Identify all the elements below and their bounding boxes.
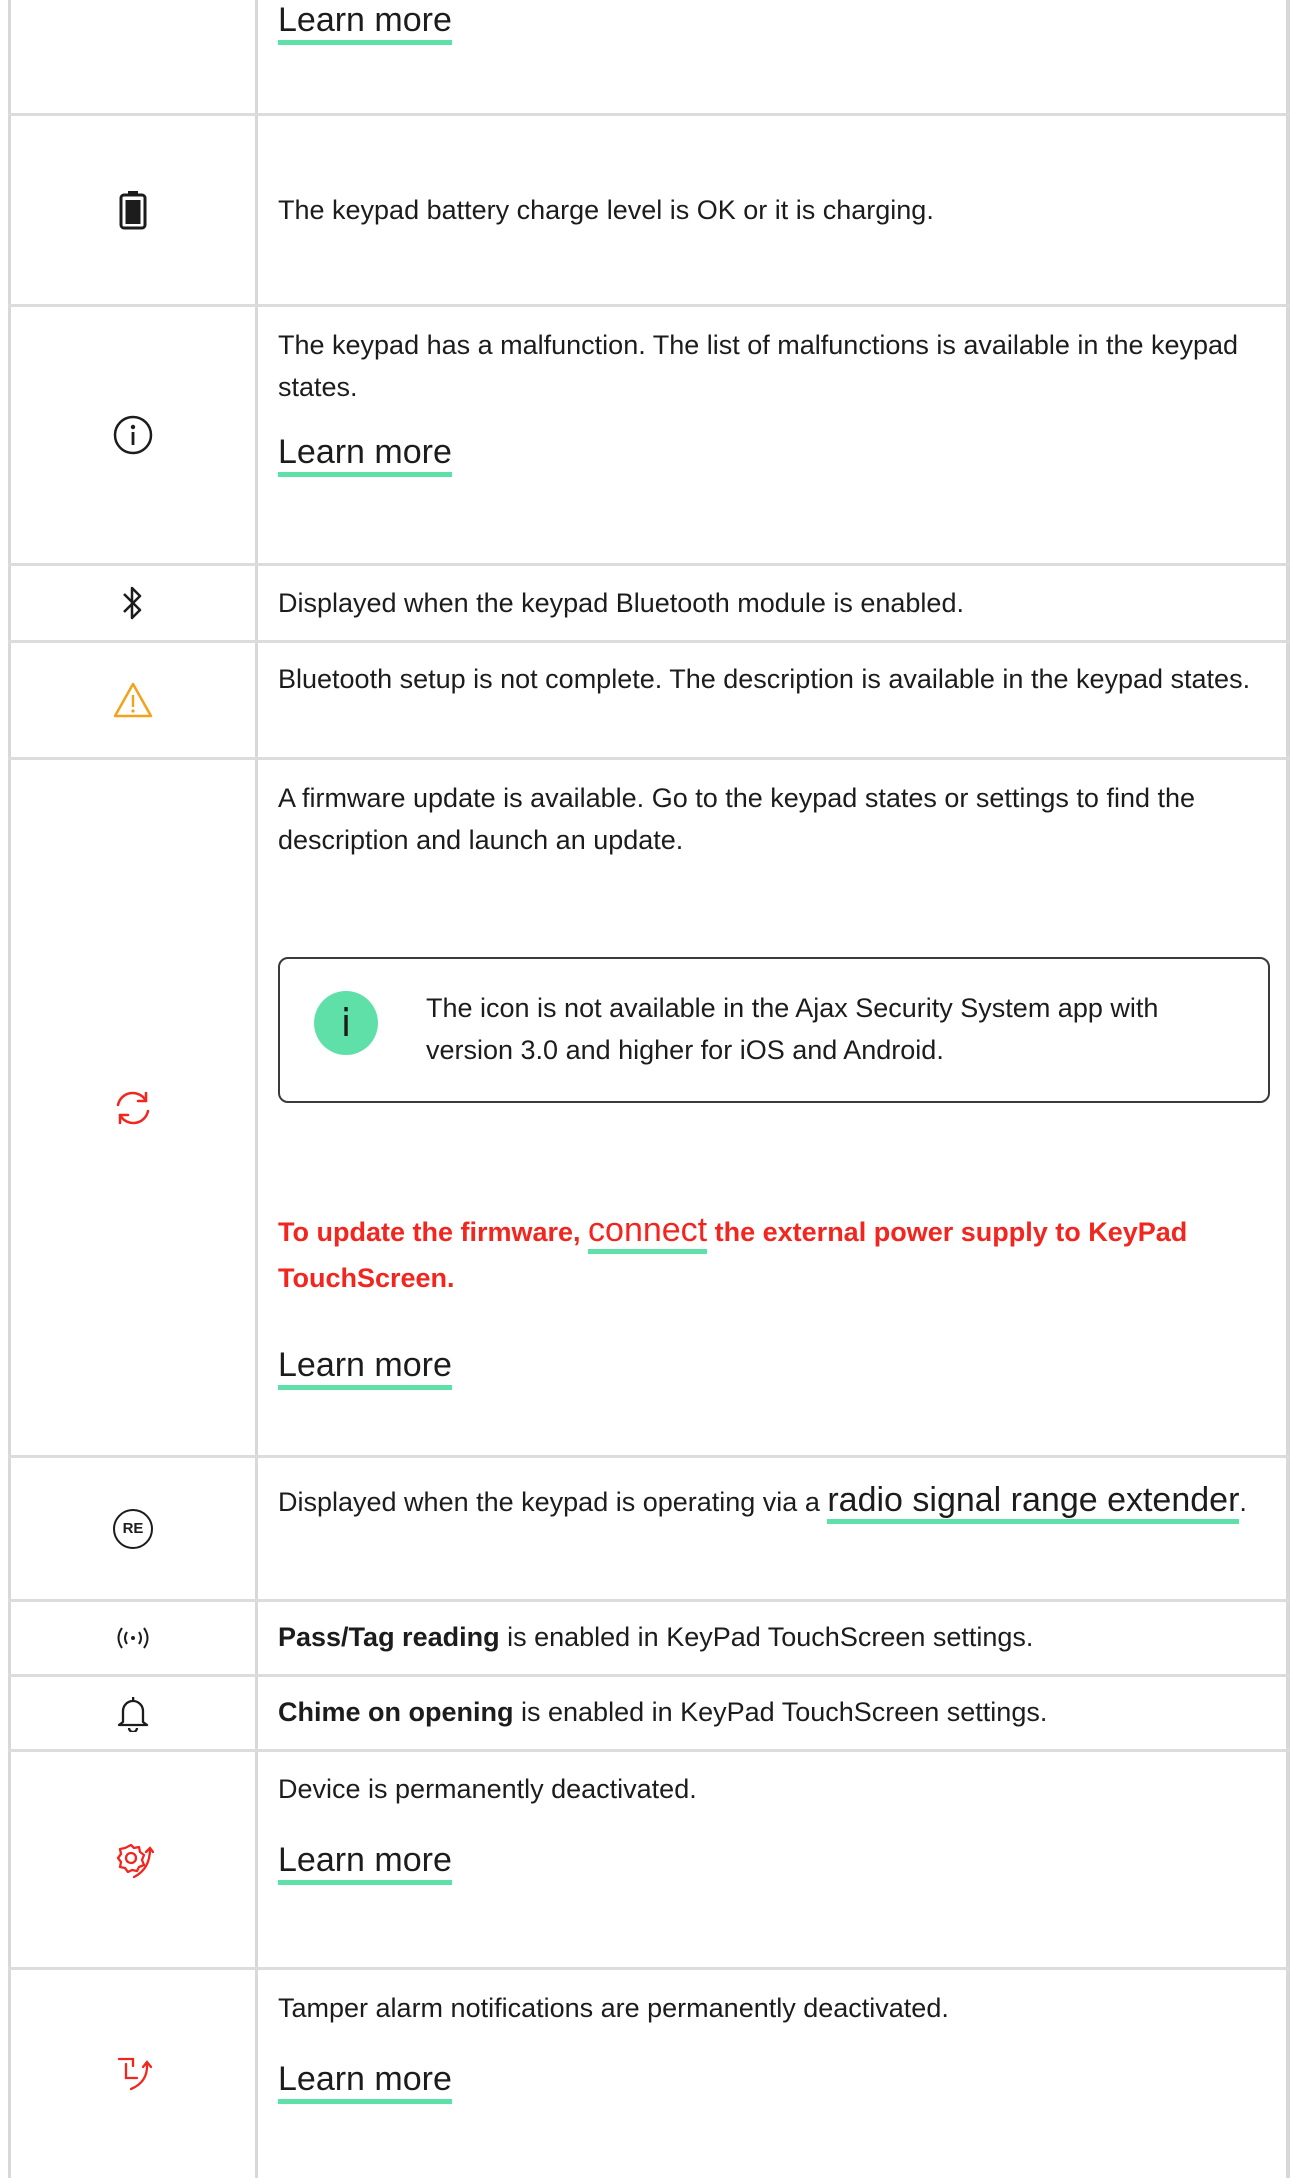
- icon-cell: [11, 1602, 255, 1674]
- learn-more-wrapper: Learn more: [278, 1345, 1273, 1390]
- table-column-divider: [255, 0, 258, 2178]
- row-description: Tamper alarm notifications are permanent…: [278, 1993, 949, 2023]
- warning-triangle-icon: [112, 681, 154, 719]
- icon-cell: [11, 643, 255, 757]
- table-row: The keypad battery charge level is OK or…: [278, 189, 1273, 231]
- row-description: Device is permanently deactivated.: [278, 1774, 697, 1804]
- row-description: The keypad battery charge level is OK or…: [278, 195, 934, 225]
- connect-link[interactable]: connect: [588, 1211, 708, 1254]
- icon-cell: RE: [11, 1458, 255, 1599]
- row-description: Chime on opening is enabled in KeyPad To…: [278, 1691, 1273, 1733]
- row-description: The keypad has a malfunction. The list o…: [278, 330, 1239, 402]
- update-arrows-icon: [112, 1087, 154, 1129]
- icon-cell: [11, 1970, 255, 2178]
- deactivated-gear-icon: [112, 1839, 154, 1881]
- note-text: The icon is not available in the Ajax Se…: [426, 993, 1159, 1065]
- tamper-deactivated-icon: [113, 2054, 153, 2094]
- row-text-start: Displayed when the keypad is operating v…: [278, 1487, 828, 1517]
- firmware-warning: To update the firmware, connect the exte…: [278, 1207, 1273, 1301]
- table-row: Tamper alarm notifications are permanent…: [278, 1987, 1273, 2104]
- row-description: Displayed when the keypad is operating v…: [278, 1473, 1273, 1529]
- row-description: Pass/Tag reading is enabled in KeyPad To…: [278, 1616, 1273, 1658]
- info-circle-icon: [112, 414, 154, 456]
- table-row: Displayed when the keypad is operating v…: [278, 1473, 1273, 1529]
- icon-cell: [11, 116, 255, 304]
- learn-more-link[interactable]: Learn more: [278, 432, 452, 477]
- row-description: A firmware update is available. Go to th…: [278, 783, 1196, 855]
- learn-more-link[interactable]: Learn more: [278, 1840, 452, 1885]
- learn-more-link[interactable]: Learn more: [278, 2059, 452, 2104]
- warning-text-start: To update the firmware,: [278, 1217, 589, 1247]
- row-description: Bluetooth setup is not complete. The des…: [278, 664, 1251, 694]
- row-text: is enabled in KeyPad TouchScreen setting…: [513, 1697, 1048, 1727]
- learn-more-link[interactable]: Learn more: [278, 1345, 452, 1390]
- info-badge-icon: i: [314, 991, 378, 1055]
- table-row: Bluetooth setup is not complete. The des…: [278, 658, 1273, 700]
- learn-more-link[interactable]: Learn more: [278, 0, 452, 45]
- table-row: A firmware update is available. Go to th…: [278, 777, 1273, 861]
- range-extender-link[interactable]: radio signal range extender: [827, 1481, 1240, 1524]
- setting-name: Pass/Tag reading: [278, 1622, 500, 1652]
- row-text-end: .: [1239, 1487, 1247, 1517]
- icon-cell: [11, 1752, 255, 1967]
- range-extender-icon: RE: [113, 1508, 153, 1549]
- icon-cell: [11, 1677, 255, 1749]
- setting-name: Chime on opening: [278, 1697, 514, 1727]
- states-table: Learn more The keypad battery charge lev…: [0, 0, 1290, 2178]
- icon-cell: [11, 566, 255, 640]
- bell-icon: [115, 1694, 151, 1732]
- icon-cell: [11, 760, 255, 1455]
- battery-icon: [119, 190, 147, 230]
- bluetooth-icon: [121, 583, 145, 623]
- table-border-right: [1286, 0, 1290, 2178]
- table-row: The keypad has a malfunction. The list o…: [278, 324, 1273, 477]
- pass-tag-reading-icon: [113, 1625, 153, 1651]
- table-row: Displayed when the keypad Bluetooth modu…: [278, 582, 1273, 624]
- row-description: Displayed when the keypad Bluetooth modu…: [278, 588, 964, 618]
- info-note: i The icon is not available in the Ajax …: [278, 957, 1270, 1103]
- table-row: Chime on opening is enabled in KeyPad To…: [278, 1691, 1273, 1733]
- icon-cell: [11, 307, 255, 563]
- table-row: Learn more: [278, 0, 1273, 45]
- table-row: Pass/Tag reading is enabled in KeyPad To…: [278, 1616, 1273, 1658]
- table-row: Device is permanently deactivated. Learn…: [278, 1768, 1273, 1885]
- row-text: is enabled in KeyPad TouchScreen setting…: [499, 1622, 1034, 1652]
